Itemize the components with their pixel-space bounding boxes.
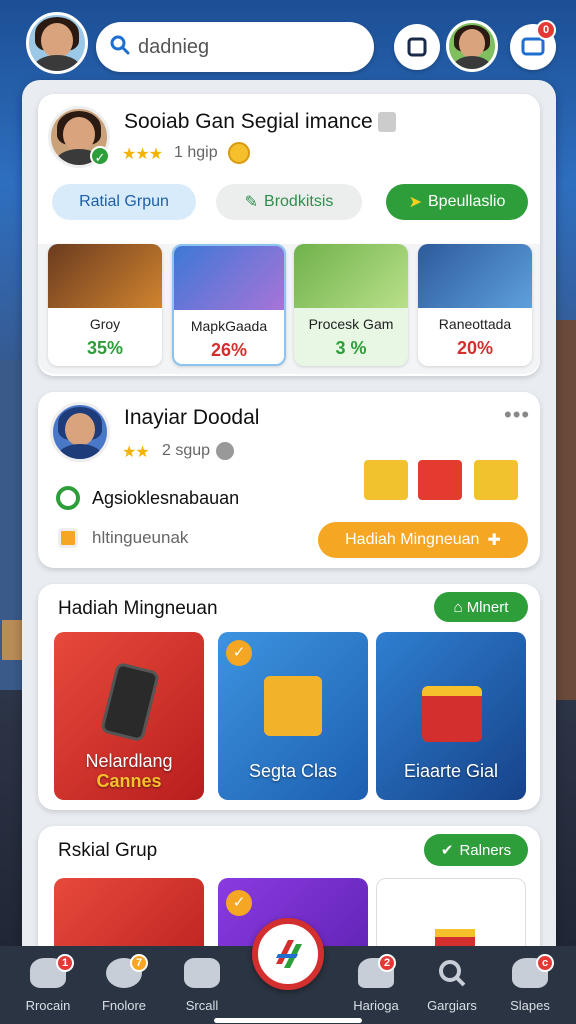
send-icon: ➤ <box>408 194 422 211</box>
nav-badge: 1 <box>56 954 74 972</box>
special-button[interactable]: ➤ Bpeullaslio <box>386 184 528 220</box>
weekly-reward-section: Hadiah Mingneuan ⌂ Mlnert Nelardlang Cann… <box>38 584 540 810</box>
search-icon <box>439 960 466 987</box>
check-badge-icon: ✓ <box>226 640 252 666</box>
player-card[interactable]: Procesk Gam 3 % <box>294 244 408 366</box>
verified-check-icon: ✓ <box>90 146 110 166</box>
phone-icon <box>99 661 161 743</box>
broadcasts-button[interactable]: ✎ Brodkitsis <box>216 184 362 220</box>
nav-item-scroll[interactable]: Srcall <box>162 952 242 1018</box>
player-card[interactable]: Raneottada 20% <box>418 244 532 366</box>
player-photo <box>174 246 284 310</box>
main-panel: ✓ Sooiab Gan Segial imance ★★★ 1 hgip Ra… <box>22 80 556 1024</box>
check-icon: ✔ <box>440 842 454 859</box>
player-photo <box>294 244 408 308</box>
task-text: hltingueunak <box>92 528 189 547</box>
notifications-button[interactable]: 0 <box>510 20 556 70</box>
rewards-card: Inayiar Doodal ••• ★★ 2 sgup Agsioklesna… <box>38 392 540 568</box>
search-icon <box>110 35 130 55</box>
rating-group-button[interactable]: Ratial Grpun <box>52 184 196 220</box>
player-percent: 35% <box>86 338 124 358</box>
player-photo <box>418 244 532 308</box>
search-bar[interactable] <box>96 22 374 72</box>
compose-button[interactable] <box>394 24 440 70</box>
player-percent: 20% <box>456 338 494 358</box>
gift-icon <box>418 460 462 500</box>
nav-item-explore[interactable]: 7 Fnolore <box>84 952 164 1018</box>
players-row: Groy 35% MapkGaada 26% Procesk Gam 3 % R… <box>38 244 540 374</box>
task-icon <box>58 528 78 548</box>
background-building-right <box>556 320 576 700</box>
search-input[interactable] <box>138 32 358 62</box>
group-title: Sooiab Gan Segial imance <box>124 110 373 133</box>
coin-icon <box>228 142 250 164</box>
nav-badge: 7 <box>130 954 148 972</box>
player-name: Procesk Gam <box>308 316 394 332</box>
reward-tile[interactable]: Nelardlang Cannes <box>54 632 204 800</box>
home-icon: ⌂ <box>453 598 463 616</box>
info-icon <box>216 442 234 460</box>
more-button[interactable]: ⌂ Mlnert <box>434 592 528 622</box>
weekly-reward-button[interactable]: Hadiah Mingneuan ✚ <box>318 522 528 558</box>
user-subtitle: 2 sgup <box>162 442 211 459</box>
cat-icon <box>184 958 220 988</box>
player-card[interactable]: Groy 35% <box>48 244 162 366</box>
group-subtitle: 1 hgip <box>174 144 218 161</box>
top-bar: 0 <box>0 0 576 84</box>
rating-stars: ★★ <box>122 444 150 461</box>
player-photo <box>48 244 162 308</box>
section-title: Hadiah Mingneuan <box>58 598 218 619</box>
tile-caption: Segta Clas <box>248 761 338 781</box>
reward-tile[interactable]: Eiaarte Gial <box>376 632 526 800</box>
notification-badge: 0 <box>536 20 556 40</box>
player-percent: 3 % <box>335 338 367 358</box>
box-icon <box>264 676 322 736</box>
more-options-icon[interactable]: ••• <box>504 402 530 428</box>
rating-stars: ★★★ <box>122 146 163 163</box>
tile-caption: Cannes <box>96 771 162 791</box>
achievement-text: Agsioklesnabauan <box>92 488 240 508</box>
square-icon <box>407 37 427 57</box>
player-percent: 26% <box>210 340 248 360</box>
lock-icon <box>378 112 396 132</box>
background-window-glow <box>2 620 22 660</box>
home-indicator <box>214 1018 362 1023</box>
user-name: Inayiar Doodal <box>124 406 260 429</box>
gift-box-icon <box>422 686 482 742</box>
app-logo-icon <box>276 940 302 968</box>
pencil-icon: ✎ <box>244 194 259 211</box>
plus-icon: ✚ <box>487 532 501 549</box>
reward-tile[interactable]: ✓ Segta Clas <box>218 632 368 800</box>
profile-avatar[interactable] <box>26 12 88 74</box>
nav-item-home[interactable]: 1 Rrocain <box>8 952 88 1018</box>
nav-badge: c <box>536 954 554 972</box>
section-title: Rskial Grup <box>58 840 158 861</box>
bottom-navigation: 1 Rrocain 7 Fnolore Srcall 2 Harioga Gar… <box>0 918 576 1024</box>
check-badge-icon: ✓ <box>226 890 252 916</box>
user-avatar[interactable] <box>50 402 110 462</box>
center-action-button[interactable] <box>252 918 324 990</box>
gift-icon <box>474 460 518 500</box>
gift-icon <box>364 460 408 500</box>
target-icon <box>56 486 80 510</box>
nav-item-shapes[interactable]: c Slapes <box>490 952 570 1018</box>
tile-caption: Nelardlang <box>85 751 173 771</box>
nav-badge: 2 <box>378 954 396 972</box>
player-name: MapkGaada <box>190 318 268 334</box>
trainers-button[interactable]: ✔ Ralners <box>424 834 528 866</box>
player-name: Raneottada <box>438 316 512 332</box>
player-card[interactable]: MapkGaada 26% <box>172 244 286 366</box>
player-name: Groy <box>89 316 121 332</box>
group-card: ✓ Sooiab Gan Segial imance ★★★ 1 hgip Ra… <box>38 94 540 376</box>
nav-item-search[interactable]: Gargiars <box>412 952 492 1018</box>
tile-caption: Eiaarte Gial <box>403 761 499 781</box>
friend-avatar[interactable] <box>446 20 498 72</box>
nav-item-prices[interactable]: 2 Harioga <box>336 952 416 1018</box>
